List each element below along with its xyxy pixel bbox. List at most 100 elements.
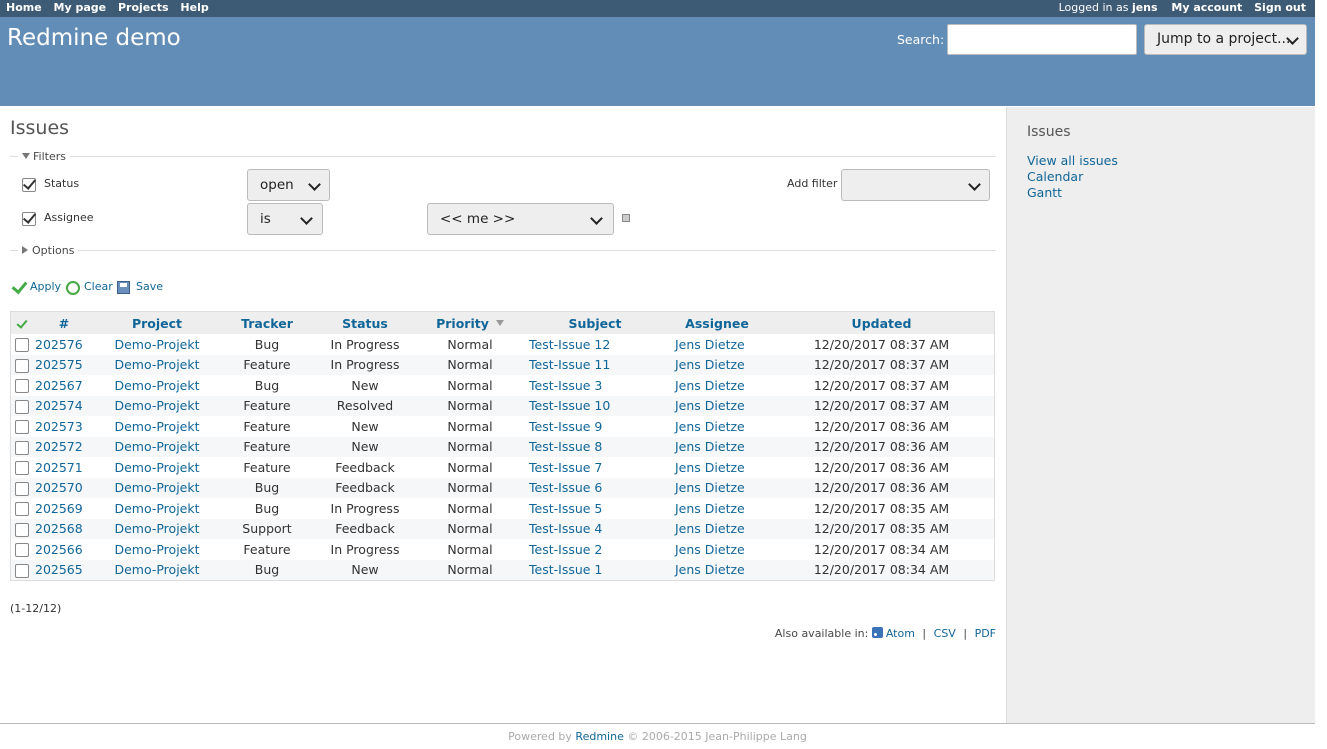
table-row[interactable]: 202566 Demo-Projekt Feature In Progress Norm…: [11, 539, 995, 560]
issue-id-link[interactable]: 202575: [33, 354, 95, 375]
issue-project-link[interactable]: Demo-Projekt: [95, 498, 219, 519]
pdf-link[interactable]: PDF: [975, 627, 996, 640]
row-checkbox[interactable]: [15, 338, 29, 352]
row-checkbox[interactable]: [15, 461, 29, 475]
table-row[interactable]: 202574 Demo-Projekt Feature Resolved Normal T…: [10, 395, 995, 416]
issue-assignee-link[interactable]: Jens Dietze: [665, 395, 769, 416]
status-filter-checkbox[interactable]: [22, 178, 36, 192]
row-checkbox[interactable]: [15, 420, 29, 434]
table-row[interactable]: 202569 Demo-Projekt Bug In Progress Normal Te…: [11, 498, 995, 519]
top-menu-projects[interactable]: Projects: [118, 1, 169, 14]
row-checkbox[interactable]: [15, 379, 29, 393]
issue-project-link[interactable]: Demo-Projekt: [95, 457, 219, 478]
issue-subject-link[interactable]: Test-Issue 2: [525, 539, 665, 560]
filters-legend[interactable]: Filters: [18, 150, 70, 163]
table-row[interactable]: 202568 Demo-Projekt Support Feedback Normal T…: [10, 518, 995, 539]
jump-to-project-select[interactable]: Jump to a project...: [1144, 24, 1307, 55]
header-subject[interactable]: Subject: [525, 311, 665, 334]
issue-project-link[interactable]: Demo-Projekt: [95, 539, 219, 560]
issue-id-link[interactable]: 202574: [33, 395, 95, 416]
save-button[interactable]: Save: [136, 280, 163, 293]
issue-subject-link[interactable]: Test-Issue 8: [525, 436, 665, 457]
table-row[interactable]: 202570 Demo-Projekt Bug Feedback Normal Test-…: [10, 477, 995, 498]
issue-project-link[interactable]: Demo-Projekt: [95, 395, 219, 416]
table-row[interactable]: 202572 Demo-Projekt Feature New Normal Test-I…: [10, 436, 995, 457]
issue-assignee-link[interactable]: Jens Dietze: [665, 457, 769, 478]
top-menu-help[interactable]: Help: [180, 1, 208, 14]
issue-id-link[interactable]: 202565: [33, 559, 95, 581]
sidebar-link-gantt[interactable]: Gantt: [1027, 185, 1118, 201]
row-checkbox[interactable]: [15, 440, 29, 455]
issue-subject-link[interactable]: Test-Issue 1: [525, 559, 665, 581]
header-tracker[interactable]: Tracker: [219, 311, 315, 334]
issue-project-link[interactable]: Demo-Projekt: [95, 354, 219, 375]
table-row[interactable]: 202576 Demo-Projekt Bug In Progress Normal Te…: [11, 334, 995, 355]
top-menu-my-page[interactable]: My page: [54, 1, 107, 14]
issue-subject-link[interactable]: Test-Issue 3: [525, 375, 665, 396]
table-row[interactable]: 202571 Demo-Projekt Feature Feedback Normal T…: [11, 457, 995, 478]
table-row[interactable]: 202573 Demo-Projekt Feature New Normal Test-I…: [11, 416, 995, 437]
issue-subject-link[interactable]: Test-Issue 4: [525, 518, 665, 539]
toggle-multiselect-icon[interactable]: [622, 214, 630, 222]
table-row[interactable]: 202567 Demo-Projekt Bug New Normal Test-Issue…: [11, 375, 995, 396]
footer-redmine-link[interactable]: Redmine: [575, 730, 623, 743]
row-checkbox[interactable]: [15, 522, 29, 537]
assignee-filter-checkbox[interactable]: [22, 212, 36, 226]
assignee-operator-select[interactable]: is: [247, 203, 323, 235]
sidebar-link-calendar[interactable]: Calendar: [1027, 169, 1118, 185]
issue-assignee-link[interactable]: Jens Dietze: [665, 539, 769, 560]
apply-button[interactable]: Apply: [30, 280, 61, 293]
issue-id-link[interactable]: 202567: [33, 375, 95, 396]
issue-subject-link[interactable]: Test-Issue 5: [525, 498, 665, 519]
row-checkbox[interactable]: [15, 399, 29, 414]
top-menu-home[interactable]: Home: [6, 1, 42, 14]
status-operator-select[interactable]: open: [247, 169, 330, 201]
issue-subject-link[interactable]: Test-Issue 6: [525, 477, 665, 498]
table-row[interactable]: 202565 Demo-Projekt Bug New Normal Test-Issue…: [10, 559, 995, 581]
search-input[interactable]: [947, 24, 1137, 55]
issue-subject-link[interactable]: Test-Issue 11: [525, 354, 665, 375]
header-id[interactable]: #: [33, 311, 95, 334]
header-priority[interactable]: Priority: [415, 311, 525, 334]
issue-assignee-link[interactable]: Jens Dietze: [665, 498, 769, 519]
issue-assignee-link[interactable]: Jens Dietze: [665, 375, 769, 396]
row-checkbox[interactable]: [15, 543, 29, 557]
sign-out-link[interactable]: Sign out: [1254, 1, 1306, 14]
issue-subject-link[interactable]: Test-Issue 7: [525, 457, 665, 478]
issue-id-link[interactable]: 202566: [33, 539, 95, 560]
options-legend[interactable]: Options: [18, 244, 79, 257]
issue-subject-link[interactable]: Test-Issue 12: [525, 334, 665, 355]
issue-assignee-link[interactable]: Jens Dietze: [665, 477, 769, 498]
issue-project-link[interactable]: Demo-Projekt: [95, 559, 219, 581]
issue-assignee-link[interactable]: Jens Dietze: [665, 518, 769, 539]
add-filter-select[interactable]: [841, 169, 990, 201]
issue-id-link[interactable]: 202569: [33, 498, 95, 519]
sidebar-link-view-all-issues[interactable]: View all issues: [1027, 153, 1118, 169]
header-assignee[interactable]: Assignee: [665, 311, 769, 334]
issue-id-link[interactable]: 202573: [33, 416, 95, 437]
issue-assignee-link[interactable]: Jens Dietze: [665, 416, 769, 437]
issue-subject-link[interactable]: Test-Issue 10: [525, 395, 665, 416]
issue-id-link[interactable]: 202572: [33, 436, 95, 457]
toggle-all-header[interactable]: [10, 311, 33, 334]
assignee-value-select[interactable]: << me >>: [427, 203, 614, 235]
issue-assignee-link[interactable]: Jens Dietze: [665, 559, 769, 581]
row-checkbox[interactable]: [15, 358, 29, 373]
site-title[interactable]: Redmine demo: [7, 25, 181, 51]
csv-link[interactable]: CSV: [934, 627, 956, 640]
issue-project-link[interactable]: Demo-Projekt: [95, 518, 219, 539]
header-status[interactable]: Status: [315, 311, 415, 334]
table-row[interactable]: 202575 Demo-Projekt Feature In Progress Norm…: [10, 354, 995, 375]
row-checkbox[interactable]: [15, 563, 29, 578]
issue-project-link[interactable]: Demo-Projekt: [95, 416, 219, 437]
issue-id-link[interactable]: 202576: [33, 334, 95, 355]
row-checkbox[interactable]: [15, 481, 29, 496]
atom-link[interactable]: Atom: [886, 627, 915, 640]
clear-button[interactable]: Clear: [84, 280, 113, 293]
issue-project-link[interactable]: Demo-Projekt: [95, 375, 219, 396]
issue-id-link[interactable]: 202571: [33, 457, 95, 478]
logged-in-user[interactable]: jens: [1132, 1, 1158, 14]
issue-assignee-link[interactable]: Jens Dietze: [665, 334, 769, 355]
issue-project-link[interactable]: Demo-Projekt: [95, 477, 219, 498]
issue-assignee-link[interactable]: Jens Dietze: [665, 354, 769, 375]
